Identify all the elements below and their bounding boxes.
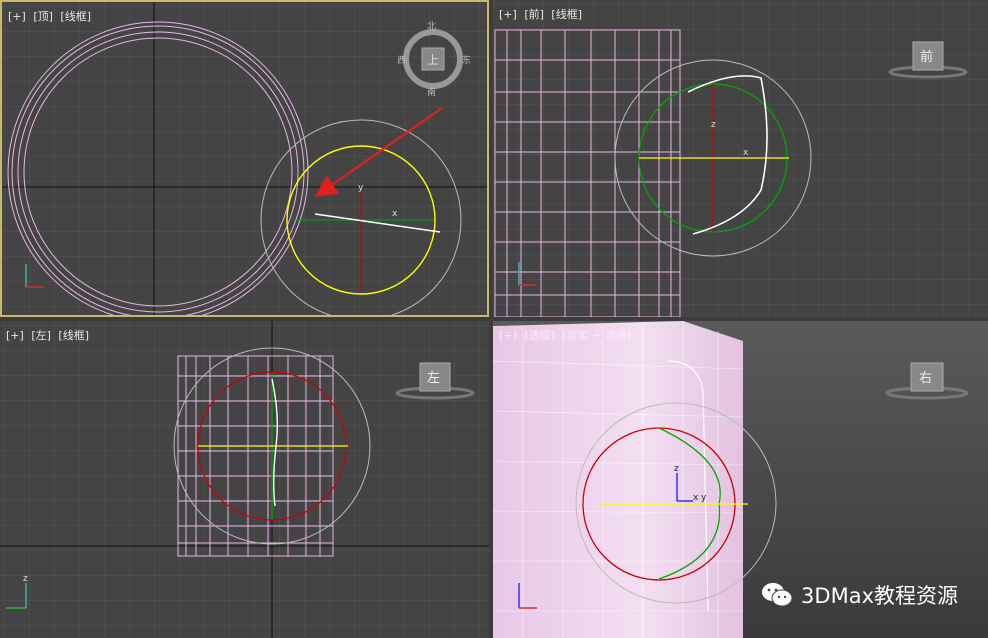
axis-z-label: z <box>23 574 28 584</box>
view-menu[interactable]: [前] <box>524 8 544 21</box>
viewport-front-canvas[interactable]: z x 前 <box>493 0 988 317</box>
viewport-top[interactable]: y x 上 北 南 东 西 [+] [顶] [线框] <box>0 0 489 317</box>
viewport-menu[interactable]: [+] <box>499 8 517 21</box>
viewport-menu[interactable]: [+] <box>499 329 517 342</box>
viewcube-east: 东 <box>462 54 471 66</box>
viewcube-west: 西 <box>397 55 406 66</box>
wechat-icon <box>762 583 793 607</box>
viewcube-front-face: 前 <box>920 49 933 65</box>
shading-menu[interactable]: [线框] <box>551 8 582 21</box>
axis-x-label: x <box>693 493 699 503</box>
axis-x-label: x <box>743 148 749 158</box>
viewcube-right-face: 右 <box>919 371 932 386</box>
axis-z-label: z <box>711 120 716 130</box>
axis-z-label: z <box>674 464 679 474</box>
viewport-front[interactable]: z x 前 [+] [前] [线框] <box>493 0 988 317</box>
view-menu[interactable]: [左] <box>31 329 51 342</box>
viewport-front-label: [+] [前] [线框] <box>499 6 586 22</box>
viewport-left[interactable]: z 左 [+] [左] [线框] <box>0 321 489 638</box>
shading-menu[interactable]: [真实 + 边面] <box>562 329 631 342</box>
viewport-perspective-label: [+] [透视] [真实 + 边面] <box>499 327 635 343</box>
viewcube-south: 南 <box>427 86 436 98</box>
viewport-top-label: [+] [顶] [线框] <box>8 8 95 24</box>
viewcube-perspective[interactable]: 右 <box>885 362 969 400</box>
axis-x-label: x <box>392 209 398 219</box>
viewport-left-canvas[interactable]: z 左 <box>0 321 489 638</box>
viewcube-left-face: 左 <box>427 371 440 386</box>
viewport-left-label: [+] [左] [线框] <box>6 327 93 343</box>
viewcube-north: 北 <box>427 21 436 32</box>
shading-menu[interactable]: [线框] <box>58 329 89 342</box>
axis-y-label: y <box>701 493 707 503</box>
view-menu[interactable]: [顶] <box>33 10 53 23</box>
shading-menu[interactable]: [线框] <box>60 10 91 23</box>
view-menu[interactable]: [透视] <box>524 329 555 342</box>
axis-y-label: y <box>358 183 364 193</box>
viewport-top-canvas[interactable]: y x 上 北 南 东 西 <box>2 2 487 315</box>
viewport-menu[interactable]: [+] <box>6 329 24 342</box>
watermark: 3DMax教程资源 <box>761 580 958 610</box>
watermark-text: 3DMax教程资源 <box>801 584 958 608</box>
viewport-menu[interactable]: [+] <box>8 10 26 23</box>
viewcube-top-face: 上 <box>427 53 439 67</box>
